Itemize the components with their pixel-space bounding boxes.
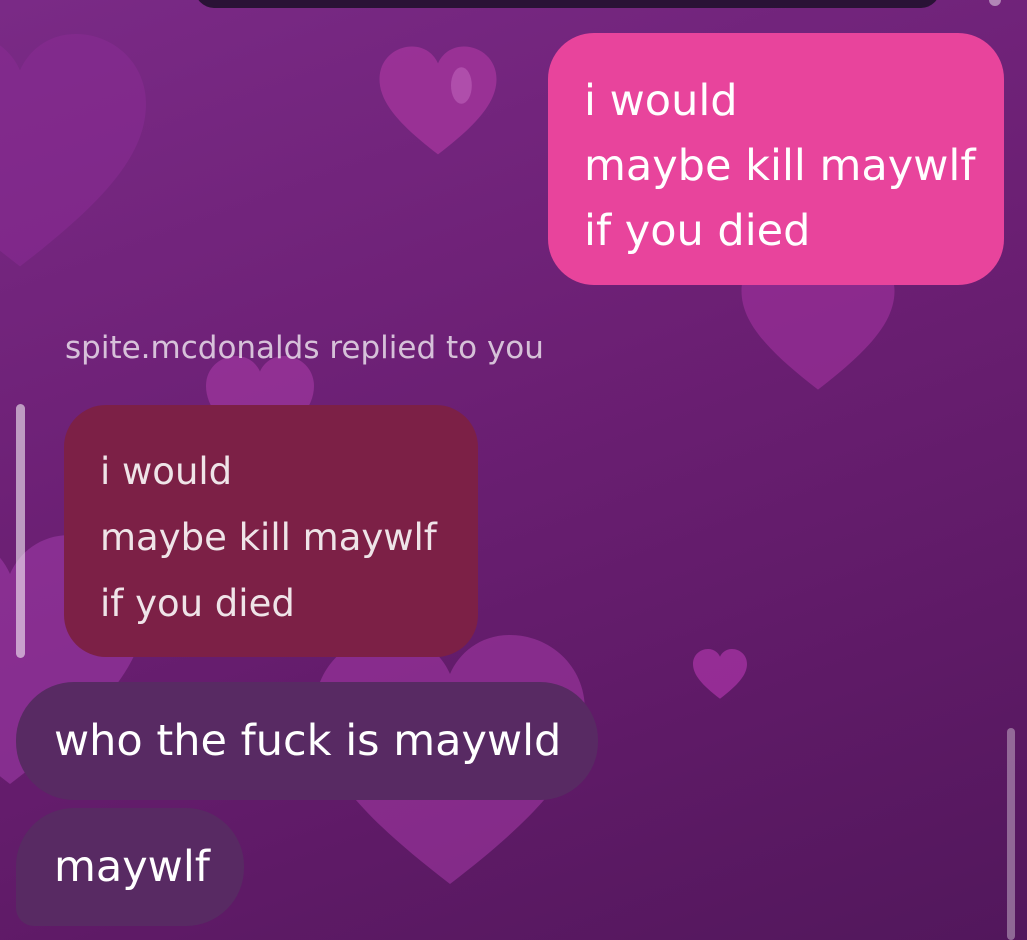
sent-message-bubble[interactable]: i would maybe kill maywlf if you died [548,33,1004,285]
heart-icon [688,646,752,706]
quoted-message-line: i would [100,450,233,493]
sent-message-line: maybe kill maywlf [584,141,976,191]
scrollbar[interactable] [1007,728,1015,940]
received-message-text: maywlf [54,842,210,892]
reply-indicator-bar [16,404,25,658]
received-message-bubble[interactable]: maywlf [16,808,244,926]
sent-message-line: i would [584,76,738,126]
quoted-message-line: if you died [100,582,295,625]
heart-icon [0,20,160,300]
top-header-bar [195,0,940,8]
quoted-message-line: maybe kill maywlf [100,516,437,559]
quoted-message-bubble[interactable]: i would maybe kill maywlf if you died [64,405,478,657]
received-message-text: who the fuck is maywld [54,716,562,766]
sent-message-line: if you died [584,206,811,256]
heart-icon [368,40,508,170]
received-message-bubble[interactable]: who the fuck is maywld [16,682,598,800]
reply-context-label: spite.mcdonalds replied to you [65,330,544,366]
